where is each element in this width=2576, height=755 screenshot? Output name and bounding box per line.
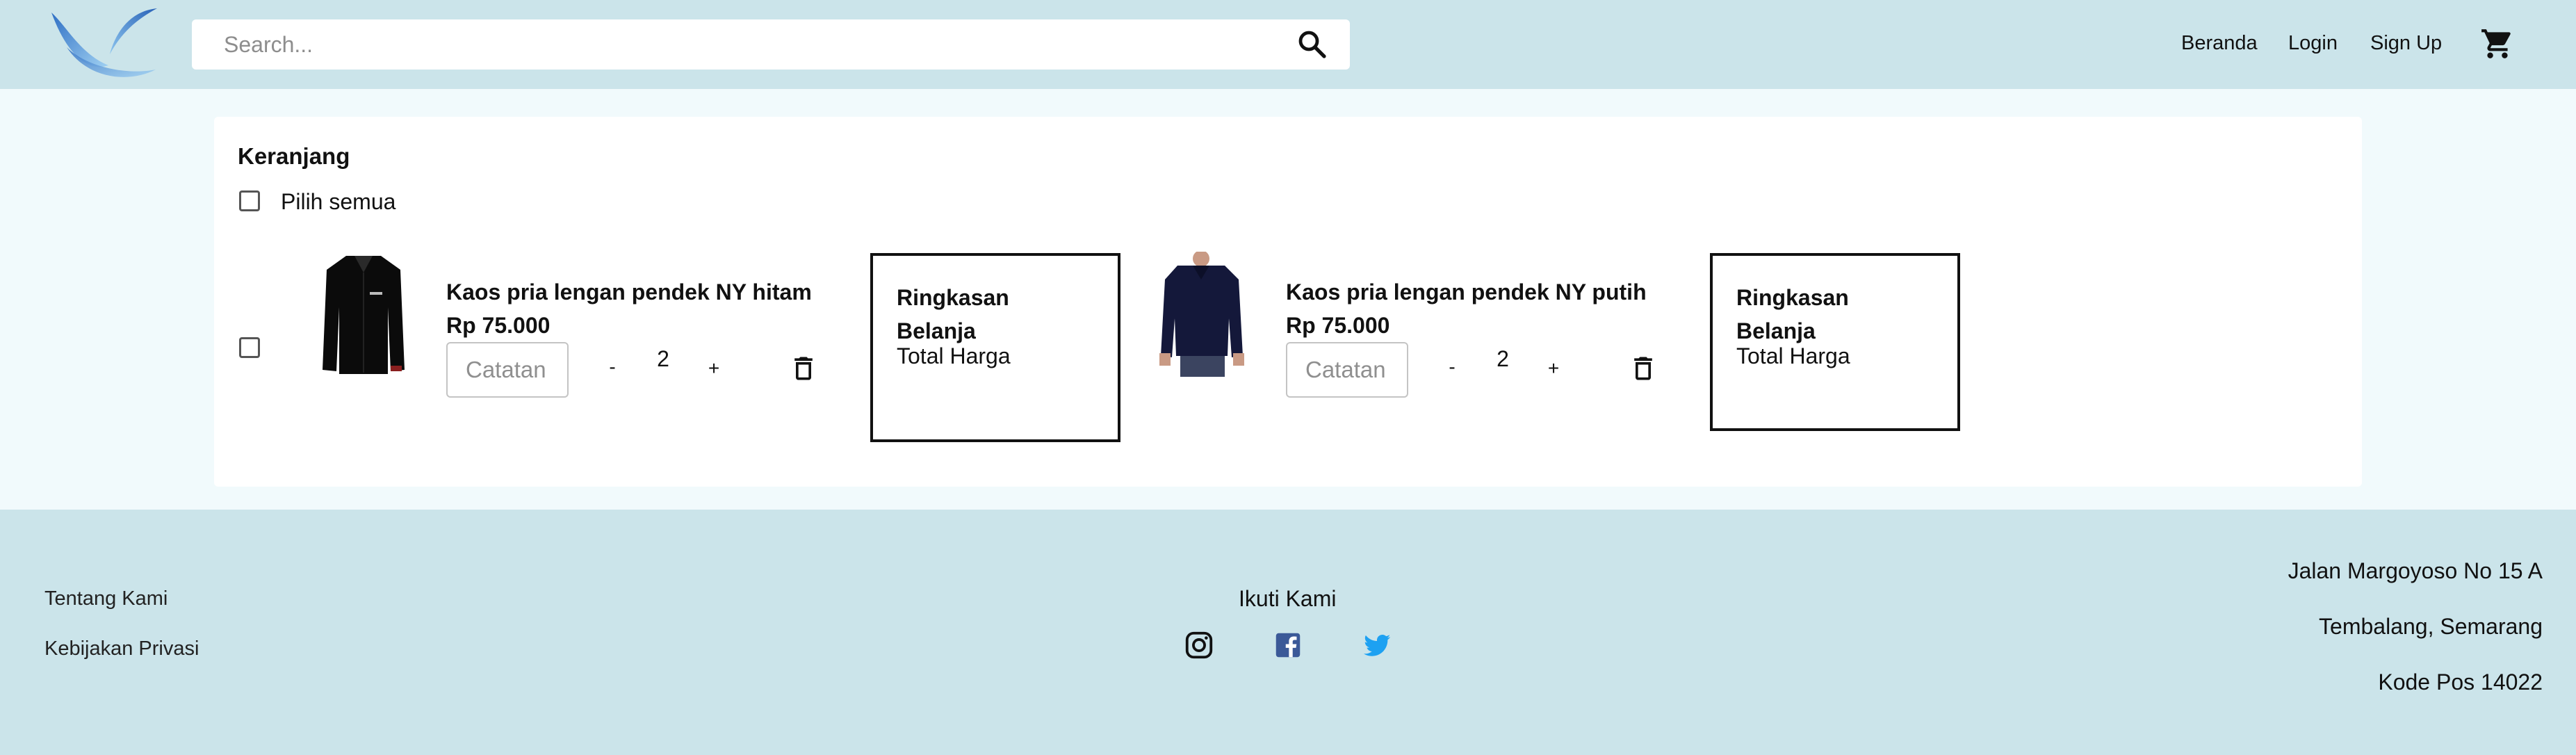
address-line: Tembalang, Semarang — [2319, 614, 2543, 639]
product-name: Kaos pria lengan pendek NY putih — [1286, 279, 1647, 305]
trash-icon[interactable] — [1628, 353, 1658, 384]
address-line: Kode Pos 14022 — [2378, 669, 2543, 695]
facebook-icon[interactable] — [1272, 629, 1304, 661]
twitter-icon[interactable] — [1361, 629, 1393, 661]
cart-icon[interactable] — [2480, 26, 2515, 61]
site-header: Beranda Login Sign Up — [0, 0, 2576, 89]
quantity-increase-button[interactable]: + — [703, 357, 724, 380]
site-footer: Tentang Kami Kebijakan Privasi Ikuti Kam… — [0, 510, 2576, 755]
product-name: Kaos pria lengan pendek NY hitam — [446, 279, 812, 305]
product-price: Rp 75.000 — [446, 313, 551, 338]
nav-login-link[interactable]: Login — [2288, 32, 2338, 55]
quantity-increase-button[interactable]: + — [1543, 357, 1564, 380]
cart-title: Keranjang — [238, 143, 350, 169]
nav-home-link[interactable]: Beranda — [2181, 32, 2258, 55]
summary-box: Ringkasan Belanja Total Harga — [870, 253, 1120, 442]
privacy-policy-link[interactable]: Kebijakan Privasi — [44, 638, 199, 660]
bird-logo[interactable] — [46, 6, 164, 83]
note-input[interactable] — [1286, 342, 1408, 398]
about-us-link[interactable]: Tentang Kami — [44, 587, 168, 610]
address-line: Jalan Margoyoso No 15 A — [2288, 558, 2543, 583]
nav-signup-link[interactable]: Sign Up — [2370, 32, 2442, 55]
summary-total-label: Total Harga — [1736, 343, 1850, 368]
summary-total-label: Total Harga — [897, 343, 1011, 368]
summary-title: Ringkasan Belanja — [1736, 285, 1849, 343]
quantity-decrease-button[interactable]: - — [602, 356, 623, 378]
summary-title: Ringkasan Belanja — [897, 285, 1009, 343]
select-all-checkbox[interactable] — [239, 190, 260, 211]
search-input[interactable] — [224, 19, 1266, 70]
product-image-black-shirt — [323, 256, 405, 374]
quantity-decrease-button[interactable]: - — [1442, 356, 1462, 378]
instagram-icon[interactable] — [1183, 629, 1215, 661]
summary-box: Ringkasan Belanja Total Harga — [1710, 253, 1960, 431]
note-input[interactable] — [446, 342, 569, 398]
product-price: Rp 75.000 — [1286, 313, 1390, 338]
item-checkbox[interactable] — [239, 337, 260, 358]
select-all-label: Pilih semua — [281, 189, 396, 214]
search-bar — [192, 19, 1350, 70]
trash-icon[interactable] — [788, 353, 819, 384]
quantity-value: 2 — [1497, 346, 1509, 371]
quantity-value: 2 — [657, 346, 669, 371]
follow-us-title: Ikuti Kami — [1239, 586, 1337, 611]
product-image-navy-sweater — [1159, 252, 1244, 377]
search-icon[interactable] — [1296, 28, 1329, 61]
